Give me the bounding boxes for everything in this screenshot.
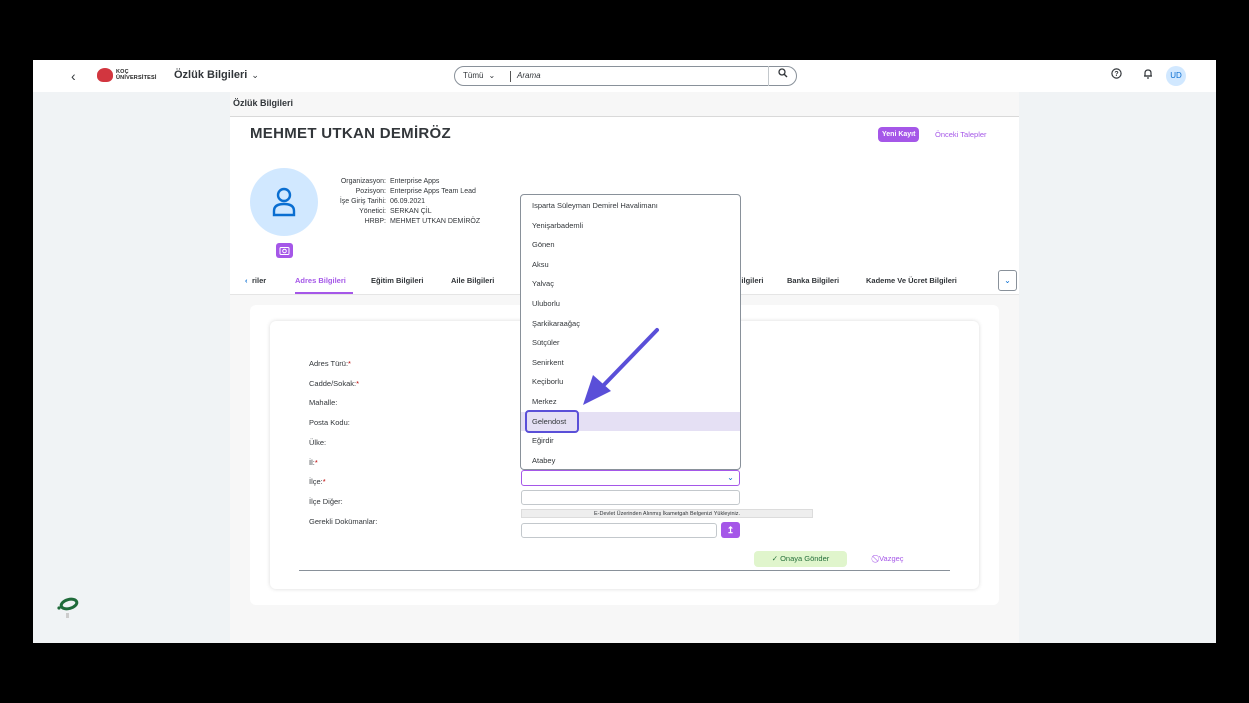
footer-logo-icon bbox=[55, 596, 81, 623]
annotation-arrow-icon bbox=[583, 328, 659, 405]
app-window: ‹ KOÇ ÜNİVERSİTESİ Özlük Bilgileri ⌄ Tümü… bbox=[33, 60, 1216, 643]
